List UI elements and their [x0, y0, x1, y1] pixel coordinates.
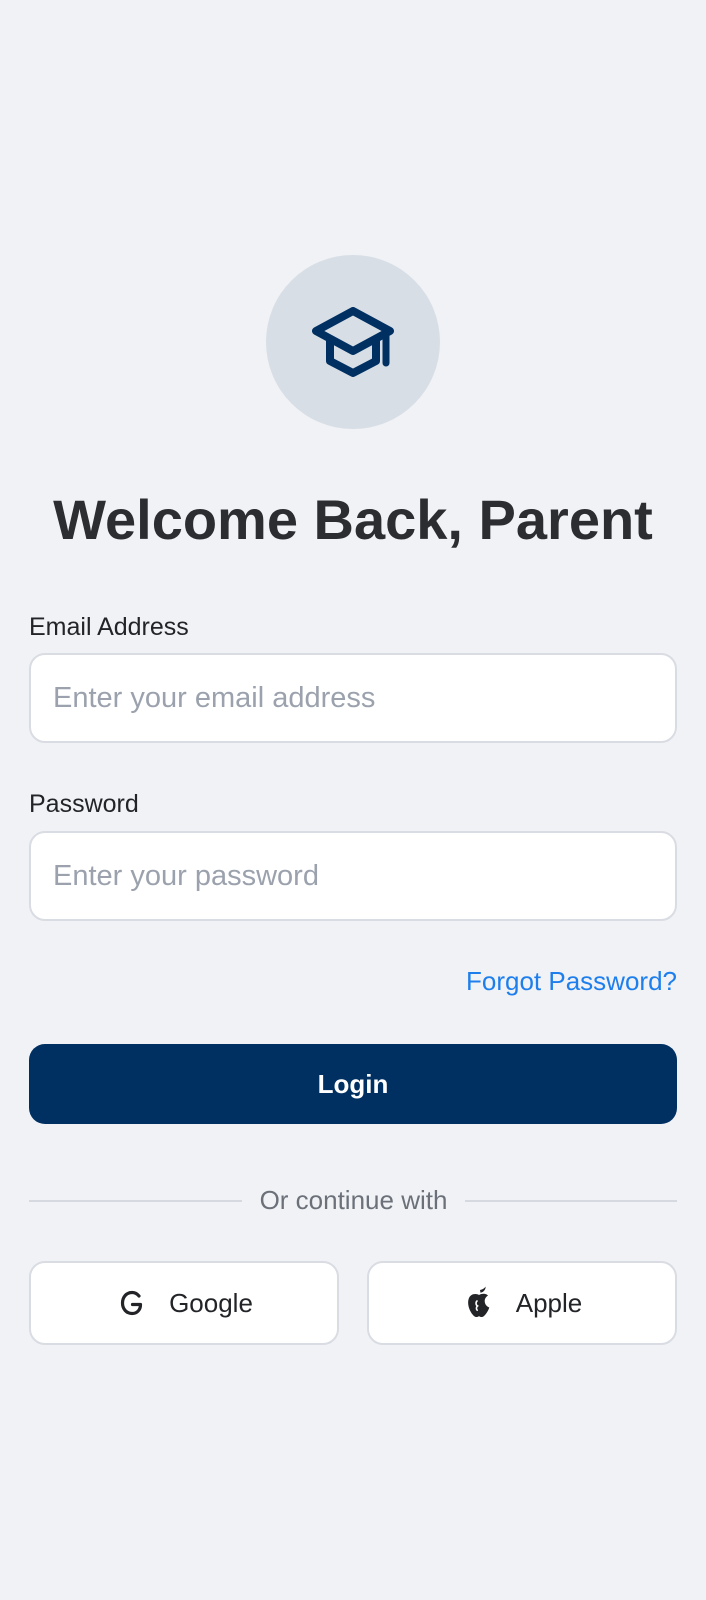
apple-label: Apple — [515, 1287, 583, 1318]
email-label: Email Address — [29, 613, 189, 641]
logo-badge — [266, 255, 440, 429]
google-login-button[interactable]: Google — [29, 1261, 339, 1345]
apple-login-button[interactable]: Apple — [367, 1261, 677, 1345]
login-button[interactable]: Login — [29, 1044, 677, 1124]
graduation-cap-icon — [312, 307, 394, 377]
page-title: Welcome Back, Parent — [53, 488, 653, 551]
google-label: Google — [169, 1287, 253, 1318]
login-screen: Welcome Back, Parent Email Address Passw… — [0, 0, 706, 1600]
password-label: Password — [29, 790, 139, 818]
forgot-password-link[interactable]: Forgot Password? — [466, 965, 677, 997]
google-icon — [115, 1286, 149, 1320]
divider-text: Or continue with — [259, 1185, 448, 1215]
apple-icon — [462, 1286, 496, 1320]
password-input[interactable] — [29, 831, 677, 921]
email-input[interactable] — [29, 653, 677, 743]
divider-line-right — [465, 1200, 677, 1202]
divider-line-left — [29, 1200, 242, 1202]
